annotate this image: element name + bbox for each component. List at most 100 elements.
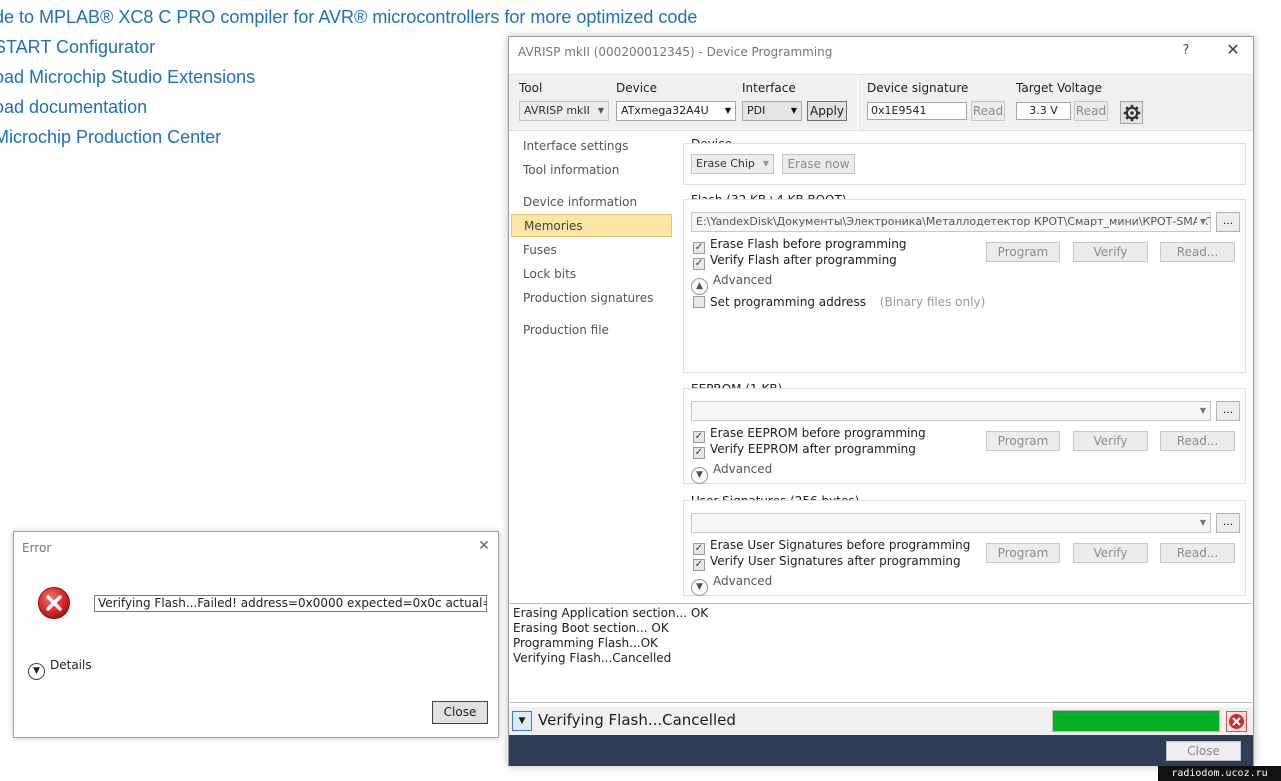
flash-advanced-toggle[interactable]: ▲ Advanced <box>691 271 773 295</box>
user-signatures-erase-before-checkbox[interactable]: ✓ Erase User Signatures before programmin… <box>693 538 971 555</box>
cancel-icon <box>1229 714 1244 729</box>
eeprom-erase-before-checkbox[interactable]: ✓ Erase EEPROM before programming <box>693 426 926 443</box>
log-line: Erasing Application section... OK <box>513 606 709 620</box>
user-signatures-read-button[interactable]: Read... <box>1160 543 1235 563</box>
error-close-button[interactable]: Close <box>432 701 488 724</box>
checkmark-icon: ✓ <box>693 559 705 571</box>
error-dialog-close-x[interactable]: ✕ <box>474 538 494 556</box>
user-signatures-verify-after-label: Verify User Signatures after programming <box>710 554 961 568</box>
toolbar-divider <box>857 75 858 132</box>
window-close-button[interactable]: ✕ <box>1215 40 1251 64</box>
output-log[interactable]: Erasing Application section... OK Erasin… <box>510 603 1252 703</box>
chevron-down-icon: ▼ <box>597 106 604 115</box>
eeprom-program-button[interactable]: Program <box>986 431 1060 451</box>
chevron-down-icon: ▼ <box>790 106 797 115</box>
flash-program-button[interactable]: Program <box>986 242 1060 262</box>
eeprom-verify-button[interactable]: Verify <box>1073 431 1148 451</box>
user-signatures-erase-before-label: Erase User Signatures before programming <box>710 538 971 552</box>
device-label: Device <box>616 81 658 95</box>
chevron-down-icon: ▼ <box>28 663 45 680</box>
set-programming-address-label: Set programming address <box>710 295 866 309</box>
sidebar-item-fuses[interactable]: Fuses <box>511 239 672 262</box>
tool-value: AVRISP mkII <box>524 104 590 117</box>
user-signatures-program-button[interactable]: Program <box>986 543 1060 563</box>
device-select[interactable]: ATxmega32A4U ▼ <box>616 101 736 121</box>
flash-erase-before-checkbox[interactable]: ✓ Erase Flash before programming <box>693 237 907 254</box>
eeprom-advanced-toggle[interactable]: ▼ Advanced <box>691 460 773 484</box>
device-value: ATxmega32A4U <box>621 104 709 117</box>
interface-label: Interface <box>742 81 796 95</box>
set-programming-address-checkbox[interactable]: Set programming address (Binary files on… <box>693 295 985 310</box>
voltage-field[interactable]: 3.3 V <box>1016 102 1071 120</box>
status-text: Verifying Flash...Cancelled <box>538 711 736 729</box>
checkbox-empty-icon <box>693 296 705 308</box>
watermark: radiodom.ucoz.ru <box>1158 766 1281 781</box>
signature-read-button[interactable]: Read <box>971 101 1005 121</box>
user-signatures-browse-button[interactable]: ... <box>1216 513 1240 533</box>
erase-chip-select[interactable]: Erase Chip ▼ <box>691 154 774 174</box>
chevron-down-icon: ▼ <box>762 159 769 168</box>
sidebar-item-interface-settings[interactable]: Interface settings <box>511 135 672 158</box>
chevron-down-icon: ▼ <box>518 716 526 726</box>
sidebar-item-tool-information[interactable]: Tool information <box>511 159 672 182</box>
eeprom-verify-after-checkbox[interactable]: ✓ Verify EEPROM after programming <box>693 442 916 459</box>
flash-browse-button[interactable]: ... <box>1216 212 1240 232</box>
settings-button[interactable] <box>1120 101 1143 124</box>
progress-fill <box>1053 711 1219 731</box>
tool-select[interactable]: AVRISP mkII ▼ <box>519 101 609 121</box>
progress-bar <box>1052 710 1220 732</box>
eeprom-verify-after-label: Verify EEPROM after programming <box>710 442 916 456</box>
log-toggle-button[interactable]: ▼ <box>512 711 532 731</box>
eeprom-browse-button[interactable]: ... <box>1216 401 1240 421</box>
log-line: Programming Flash...OK <box>513 636 658 650</box>
close-button[interactable]: Close <box>1166 741 1241 761</box>
flash-read-button[interactable]: Read... <box>1160 242 1235 262</box>
error-dialog-title: Error <box>22 541 52 555</box>
user-signatures-verify-button[interactable]: Verify <box>1073 543 1148 563</box>
chevron-down-icon: ▼ <box>1196 402 1206 420</box>
eeprom-read-button[interactable]: Read... <box>1160 431 1235 451</box>
eeprom-advanced-label: Advanced <box>713 462 773 476</box>
sidebar-item-device-information[interactable]: Device information <box>511 191 672 214</box>
flash-verify-after-checkbox[interactable]: ✓ Verify Flash after programming <box>693 253 897 270</box>
status-bar: ▼ Verifying Flash...Cancelled <box>509 707 1253 735</box>
window-title: AVRISP mkII (000200012345) - Device Prog… <box>518 45 833 59</box>
flash-file-select[interactable]: E:\YandexDisk\Документы\Электроника\Мета… <box>691 212 1211 232</box>
sidebar-item-production-signatures[interactable]: Production signatures <box>511 287 672 310</box>
details-toggle[interactable]: ▼ Details <box>28 656 92 680</box>
link-upgrade-compiler[interactable]: de to MPLAB® XC8 C PRO compiler for AVR®… <box>0 4 697 34</box>
apply-button[interactable]: Apply <box>807 101 847 121</box>
eeprom-erase-before-label: Erase EEPROM before programming <box>710 426 926 440</box>
sidebar-item-lock-bits[interactable]: Lock bits <box>511 263 672 286</box>
voltage-read-button[interactable]: Read <box>1074 101 1108 121</box>
flash-erase-before-label: Erase Flash before programming <box>710 237 907 251</box>
checkmark-icon: ✓ <box>693 447 705 459</box>
flash-file-path: E:\YandexDisk\Документы\Электроника\Мета… <box>696 215 1211 228</box>
sidebar-item-production-file[interactable]: Production file <box>511 319 672 342</box>
log-line: Verifying Flash...Cancelled <box>513 651 672 665</box>
eeprom-file-select[interactable]: ▼ <box>691 401 1211 421</box>
cancel-operation-button[interactable] <box>1226 711 1247 732</box>
user-signatures-file-select[interactable]: ▼ <box>691 513 1211 533</box>
gear-icon <box>1123 104 1141 122</box>
flash-verify-after-label: Verify Flash after programming <box>710 253 897 267</box>
sidebar-item-memories[interactable]: Memories <box>511 214 672 237</box>
erase-now-button[interactable]: Erase now <box>782 154 855 174</box>
window-titlebar: AVRISP mkII (000200012345) - Device Prog… <box>509 37 1253 69</box>
log-line: Erasing Boot section... OK <box>513 621 669 635</box>
interface-select[interactable]: PDI ▼ <box>742 101 802 121</box>
user-signatures-verify-after-checkbox[interactable]: ✓ Verify User Signatures after programmin… <box>693 554 961 571</box>
flash-verify-button[interactable]: Verify <box>1073 242 1148 262</box>
chevron-down-icon: ▼ <box>1196 213 1206 231</box>
signature-field[interactable]: 0x1E9541 <box>867 102 967 120</box>
help-button[interactable]: ? <box>1171 43 1201 63</box>
binary-files-hint: (Binary files only) <box>879 295 986 309</box>
flash-advanced-label: Advanced <box>713 273 773 287</box>
voltage-label: Target Voltage <box>1016 81 1102 95</box>
user-signatures-advanced-toggle[interactable]: ▼ Advanced <box>691 572 772 596</box>
error-message[interactable]: Verifying Flash...Failed! address=0x0000… <box>94 595 487 612</box>
bottom-bar: Close <box>509 735 1253 766</box>
details-label: Details <box>50 658 92 672</box>
erase-chip-value: Erase Chip <box>696 157 755 170</box>
chevron-down-icon: ▼ <box>691 579 708 596</box>
